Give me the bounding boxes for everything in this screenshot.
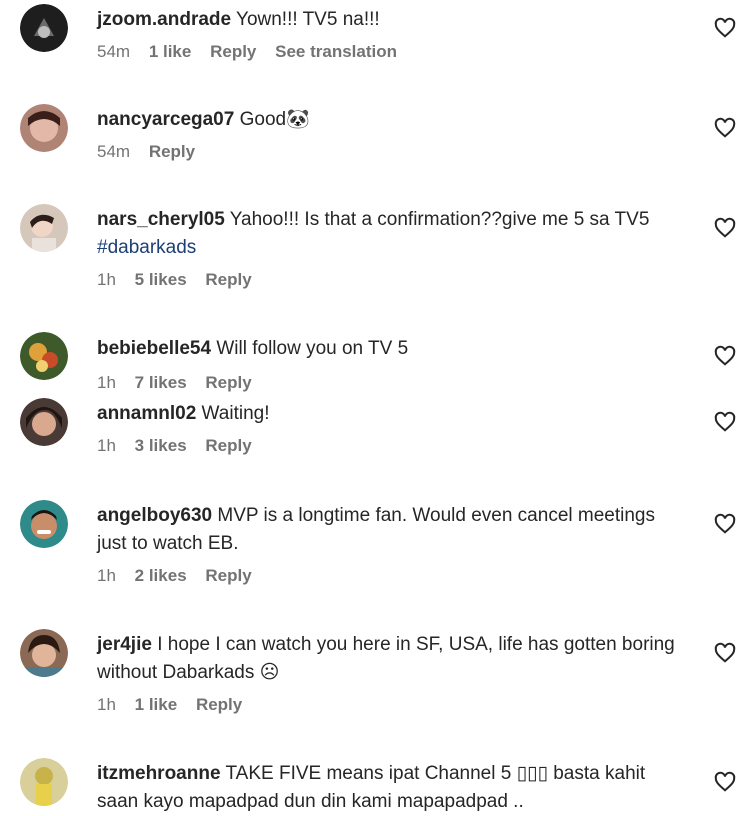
panda-emoji: 🐼	[286, 109, 310, 130]
comment-time: 1h	[97, 270, 116, 289]
comment-username[interactable]: nars_cheryl05	[97, 209, 225, 230]
heart-outline-icon[interactable]	[714, 117, 736, 139]
comment-text: Waiting!	[201, 403, 270, 424]
comment-meta: 1h 2 likes Reply	[97, 566, 677, 586]
heart-outline-icon[interactable]	[714, 642, 736, 664]
comment-username[interactable]: annamnl02	[97, 403, 196, 424]
avatar[interactable]	[20, 332, 68, 380]
reply-button[interactable]: Reply	[149, 142, 195, 161]
comment-text: Will follow you on TV 5	[216, 338, 409, 359]
avatar[interactable]	[20, 629, 68, 677]
comment-text: I hope I can watch you here in SF, USA, …	[97, 634, 675, 683]
comment-meta: 1h 3 likes Reply	[97, 436, 677, 456]
comment-username[interactable]: angelboy630	[97, 505, 212, 526]
comment-meta: 54m 1 like Reply See translation	[97, 42, 677, 62]
comment-username[interactable]: itzmehroanne	[97, 763, 221, 784]
comment-meta: 1h 7 likes Reply	[97, 373, 677, 393]
comment-time: 1h	[97, 695, 116, 714]
avatar[interactable]	[20, 758, 68, 806]
reply-button[interactable]: Reply	[205, 436, 251, 455]
comment-likes[interactable]: 2 likes	[135, 566, 187, 585]
comment-time: 1h	[97, 436, 116, 455]
comment-likes[interactable]: 5 likes	[135, 270, 187, 289]
avatar[interactable]	[20, 104, 68, 152]
comment-time: 1h	[97, 373, 116, 392]
comment-meta: 54m Reply	[97, 142, 677, 162]
avatar[interactable]	[20, 398, 68, 446]
reply-button[interactable]: Reply	[205, 566, 251, 585]
heart-outline-icon[interactable]	[714, 771, 736, 793]
see-translation-button[interactable]: See translation	[275, 42, 397, 61]
comment-text: Yown!!! TV5 na!!!	[236, 9, 380, 30]
comment-text: Yahoo!!! Is that a confirmation??give me…	[229, 209, 650, 230]
comment-time: 54m	[97, 42, 131, 61]
hashtag-link[interactable]: #dabarkads	[97, 237, 196, 258]
comment-likes[interactable]: 1 like	[135, 695, 178, 714]
heart-outline-icon[interactable]	[714, 513, 736, 535]
comment-time: 54m	[97, 142, 131, 161]
heart-outline-icon[interactable]	[714, 411, 736, 433]
comment-username[interactable]: jzoom.andrade	[97, 9, 231, 30]
comment-username[interactable]: jer4jie	[97, 634, 152, 655]
comment-likes[interactable]: 3 likes	[135, 436, 187, 455]
comment-likes[interactable]: 1 like	[149, 42, 192, 61]
avatar[interactable]	[20, 4, 68, 52]
comment-text: Good	[239, 109, 287, 130]
heart-outline-icon[interactable]	[714, 217, 736, 239]
comment-meta: 1h 5 likes Reply	[97, 270, 677, 290]
heart-outline-icon[interactable]	[714, 345, 736, 367]
avatar[interactable]	[20, 500, 68, 548]
avatar[interactable]	[20, 204, 68, 252]
heart-outline-icon[interactable]	[714, 17, 736, 39]
reply-button[interactable]: Reply	[205, 270, 251, 289]
comment-meta: 1h 1 like Reply	[97, 695, 677, 715]
comment-likes[interactable]: 7 likes	[135, 373, 187, 392]
comment-username[interactable]: nancyarcega07	[97, 109, 234, 130]
reply-button[interactable]: Reply	[210, 42, 256, 61]
comment-username[interactable]: bebiebelle54	[97, 338, 211, 359]
comment-time: 1h	[97, 566, 116, 585]
reply-button[interactable]: Reply	[205, 373, 251, 392]
reply-button[interactable]: Reply	[196, 695, 242, 714]
